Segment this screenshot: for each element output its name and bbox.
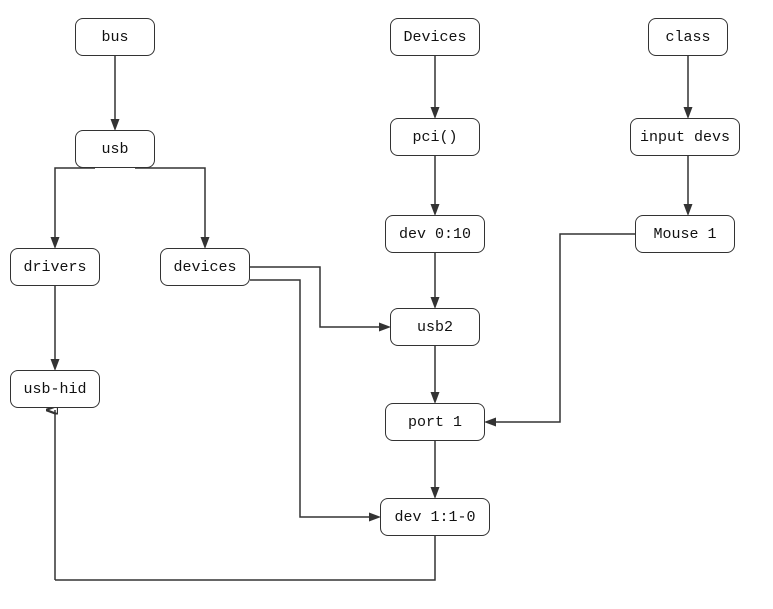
node-dev-010: dev 0:10 xyxy=(385,215,485,253)
node-usb2: usb2 xyxy=(390,308,480,346)
node-usb-hid: usb-hid xyxy=(10,370,100,408)
node-devices: devices xyxy=(160,248,250,286)
node-input-devs: input devs xyxy=(630,118,740,156)
node-drivers: drivers xyxy=(10,248,100,286)
node-bus: bus xyxy=(75,18,155,56)
node-pci: pci() xyxy=(390,118,480,156)
node-class: class xyxy=(648,18,728,56)
node-usb: usb xyxy=(75,130,155,168)
node-port1: port 1 xyxy=(385,403,485,441)
node-dev-110: dev 1:1-0 xyxy=(380,498,490,536)
diagram: bus usb drivers devices usb-hid Devices … xyxy=(0,0,773,609)
node-mouse1: Mouse 1 xyxy=(635,215,735,253)
node-Devices: Devices xyxy=(390,18,480,56)
